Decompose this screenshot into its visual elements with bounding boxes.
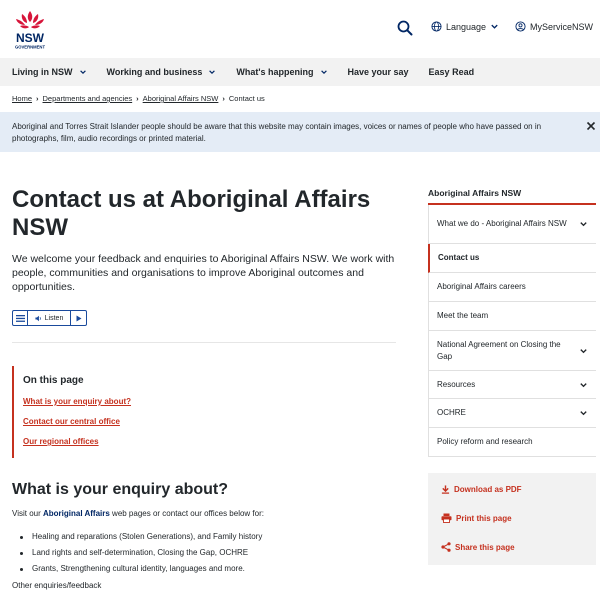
sidebar-item-meet-the-team[interactable]: Meet the team (428, 302, 596, 331)
speaker-icon (35, 315, 41, 321)
banner-text: Aboriginal and Torres Strait Islander pe… (12, 122, 542, 143)
svg-text:GOVERNMENT: GOVERNMENT (15, 45, 45, 50)
waratah-icon: NSW GOVERNMENT (15, 11, 45, 50)
page-actions-box: Download as PDF Print this page Share th… (428, 473, 596, 565)
printer-icon (441, 513, 452, 523)
listen-label: Listen (44, 314, 64, 322)
breadcrumb-separator: › (36, 94, 39, 103)
nav-item-label: Working and business (106, 67, 203, 77)
enquiry-topics-list: Healing and reparations (Stolen Generati… (20, 529, 262, 577)
chevron-down-icon[interactable] (579, 346, 588, 355)
main-navigation: Living in NSW Working and business What'… (0, 58, 600, 86)
chevron-down-icon[interactable] (579, 220, 588, 229)
on-this-page-box: On this page What is your enquiry about?… (12, 366, 396, 458)
chevron-down-icon (491, 24, 498, 29)
visit-paragraph: Visit our Aboriginal Affairs web pages o… (12, 509, 264, 518)
download-icon (441, 485, 450, 494)
sidebar-item-label: What we do - Aboriginal Affairs NSW (437, 219, 567, 228)
sidebar-item-contact-us[interactable]: Contact us (428, 244, 596, 273)
svg-text:NSW: NSW (16, 31, 45, 45)
play-icon (76, 315, 81, 321)
other-enquiries-heading: Other enquiries/feedback (12, 581, 102, 590)
sidebar-heading[interactable]: Aboriginal Affairs NSW (428, 188, 521, 198)
breadcrumb-separator: › (222, 94, 225, 103)
chevron-down-icon (209, 70, 216, 75)
nav-item-working-and-business[interactable]: Working and business (107, 67, 217, 77)
on-this-page-title: On this page (23, 375, 84, 386)
play-button[interactable] (71, 311, 86, 325)
language-label: Language (446, 21, 487, 32)
nav-item-label: Have your say (347, 67, 409, 77)
visit-prefix: Visit our (12, 509, 43, 518)
sidebar-item-careers[interactable]: Aboriginal Affairs careers (428, 273, 596, 302)
breadcrumb-departments[interactable]: Departments and agencies (43, 94, 133, 103)
listen-widget: Listen (12, 310, 87, 326)
language-selector[interactable]: Language (431, 21, 499, 32)
sidebar-item-label: Contact us (438, 253, 480, 262)
print-page-button[interactable]: Print this page (441, 513, 512, 523)
list-item: Healing and reparations (Stolen Generati… (20, 529, 262, 545)
nav-item-label: Easy Read (428, 67, 475, 77)
chevron-down-icon (320, 70, 327, 75)
page-intro: We welcome your feedback and enquiries t… (12, 253, 395, 293)
download-pdf-button[interactable]: Download as PDF (441, 485, 522, 494)
listen-button[interactable]: Listen (28, 311, 71, 325)
nav-item-have-your-say[interactable]: Have your say (348, 67, 409, 77)
sidebar-nav: What we do - Aboriginal Affairs NSW Cont… (428, 205, 596, 457)
myservicensw-label: MyServiceNSW (530, 21, 594, 32)
sidebar-item-label: National Agreement on Closing the Gap (437, 339, 561, 361)
list-item: Grants, Strengthening cultural identity,… (20, 561, 262, 577)
sidebar-item-closing-the-gap[interactable]: National Agreement on Closing the Gap (428, 331, 596, 371)
nsw-government-logo[interactable]: NSW GOVERNMENT (12, 9, 48, 51)
page-title: Contact us at Aboriginal Affairs NSW (12, 186, 371, 241)
nav-item-living-in-nsw[interactable]: Living in NSW (12, 67, 87, 77)
sidebar-item-ochre[interactable]: OCHRE (428, 399, 596, 428)
sidebar-item-label: Resources (437, 379, 476, 389)
myservicensw-link[interactable]: MyServiceNSW (515, 21, 593, 32)
sidebar-item-resources[interactable]: Resources (428, 371, 596, 399)
nav-item-whats-happening[interactable]: What's happening (236, 67, 327, 77)
cultural-warning-banner: Aboriginal and Torres Strait Islander pe… (0, 112, 600, 152)
chevron-down-icon (79, 70, 86, 75)
sidebar-item-label: OCHRE (437, 408, 466, 417)
globe-icon (431, 21, 442, 32)
breadcrumb-separator: › (136, 94, 139, 103)
visit-suffix: web pages or contact our offices below f… (109, 509, 264, 518)
breadcrumb-home[interactable]: Home (12, 94, 32, 103)
on-this-page-link-central-office[interactable]: Contact our central office (23, 417, 120, 426)
menu-icon (15, 314, 25, 322)
share-label: Share this page (455, 542, 515, 552)
sidebar-item-label: Meet the team (437, 311, 489, 320)
listen-menu-button[interactable] (13, 311, 28, 325)
on-this-page-link-regional-offices[interactable]: Our regional offices (23, 437, 99, 446)
user-icon (515, 21, 526, 32)
sidebar-item-label: Policy reform and research (437, 437, 533, 446)
chevron-down-icon[interactable] (579, 409, 588, 418)
sidebar-item-label: Aboriginal Affairs careers (437, 282, 526, 291)
chevron-down-icon[interactable] (579, 380, 588, 389)
aboriginal-affairs-link[interactable]: Aboriginal Affairs (43, 509, 110, 518)
list-item: Land rights and self-determination, Clos… (20, 545, 262, 561)
nav-item-label: What's happening (236, 67, 314, 77)
search-icon[interactable] (397, 20, 413, 36)
print-label: Print this page (456, 513, 512, 523)
on-this-page-link-enquiry[interactable]: What is your enquiry about? (23, 397, 131, 406)
sidebar-item-policy-reform[interactable]: Policy reform and research (428, 428, 596, 457)
section-heading-enquiry: What is your enquiry about? (12, 481, 229, 498)
nav-item-easy-read[interactable]: Easy Read (429, 67, 475, 77)
breadcrumb: Home › Departments and agencies › Aborig… (12, 94, 265, 103)
share-icon (441, 542, 451, 552)
download-label: Download as PDF (454, 485, 522, 494)
site-header: NSW GOVERNMENT Language MyServiceNSW (0, 0, 600, 58)
divider (12, 342, 396, 343)
close-icon[interactable] (586, 121, 596, 131)
share-page-button[interactable]: Share this page (441, 542, 515, 552)
breadcrumb-current: Contact us (228, 94, 265, 103)
sidebar-item-what-we-do[interactable]: What we do - Aboriginal Affairs NSW (428, 205, 596, 244)
breadcrumb-aboriginal-affairs[interactable]: Aboriginal Affairs NSW (143, 94, 219, 103)
nav-item-label: Living in NSW (12, 67, 73, 77)
